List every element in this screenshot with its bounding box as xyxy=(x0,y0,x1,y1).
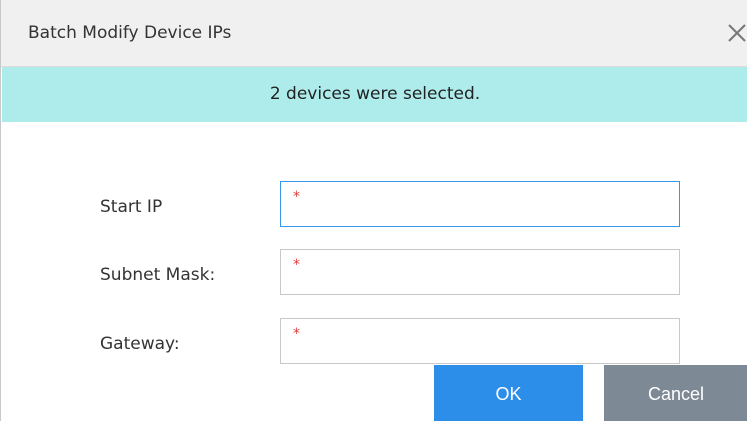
batch-modify-ip-dialog: Batch Modify Device IPs 2 devices were s… xyxy=(0,0,747,421)
start-ip-label: Start IP xyxy=(100,197,163,217)
gateway-label: Gateway: xyxy=(100,334,180,354)
start-ip-input[interactable] xyxy=(307,182,677,228)
subnet-mask-label: Subnet Mask: xyxy=(100,265,216,285)
dialog-titlebar: Batch Modify Device IPs xyxy=(1,0,747,67)
close-icon[interactable] xyxy=(723,18,747,46)
dialog-title: Batch Modify Device IPs xyxy=(28,23,232,43)
subnet-mask-input[interactable] xyxy=(307,250,677,296)
required-asterisk: * xyxy=(293,326,300,342)
gateway-field[interactable]: * xyxy=(280,318,680,365)
selection-banner: 2 devices were selected. xyxy=(2,67,747,122)
start-ip-field[interactable]: * xyxy=(280,181,680,228)
ok-button[interactable]: OK xyxy=(434,365,583,421)
required-asterisk: * xyxy=(293,189,300,205)
required-asterisk: * xyxy=(293,257,300,273)
selection-count-text: 2 devices were selected. xyxy=(269,84,481,104)
cancel-button[interactable]: Cancel xyxy=(604,365,747,421)
gateway-input[interactable] xyxy=(307,319,677,365)
subnet-mask-field[interactable]: * xyxy=(280,249,680,296)
